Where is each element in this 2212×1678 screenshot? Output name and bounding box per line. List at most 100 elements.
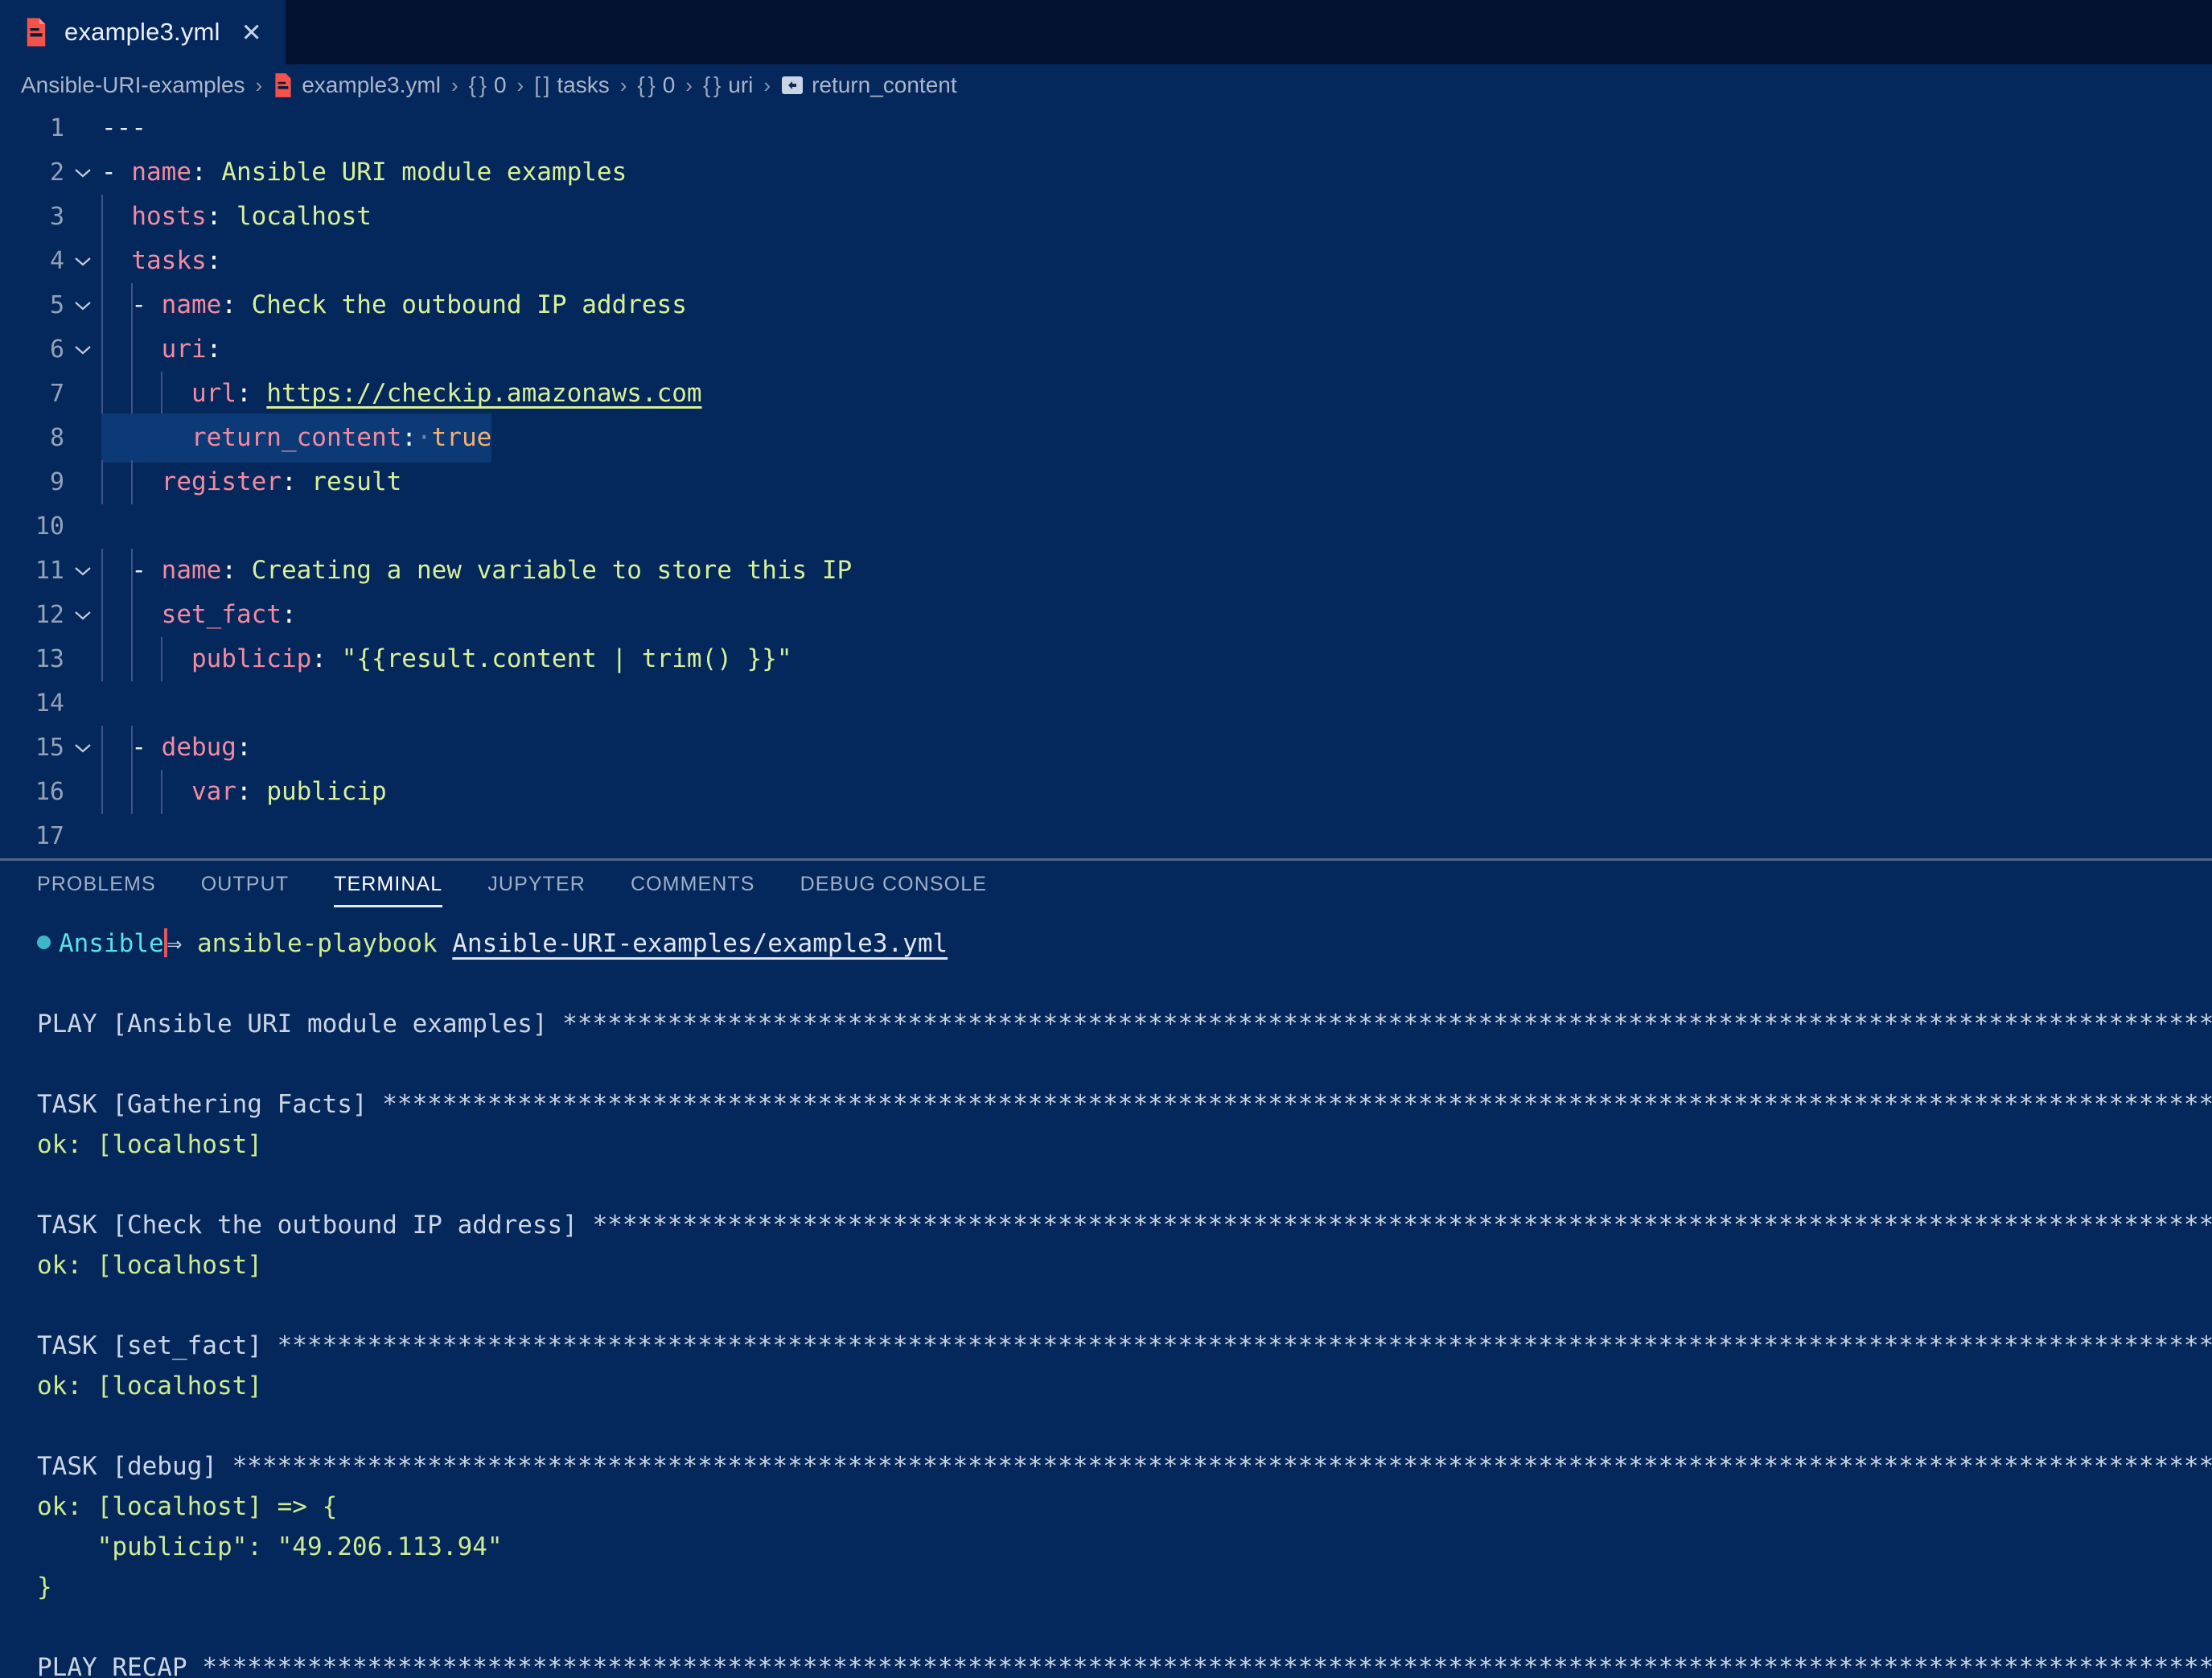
code-line[interactable]: 16 var: publicip (0, 770, 2212, 814)
code-line[interactable]: 15 - debug: (0, 726, 2212, 770)
terminal-text: "publicip": "49.206.113.94" (37, 1532, 503, 1561)
breadcrumb-label: 0 (662, 72, 676, 97)
line-number: 17 (35, 822, 64, 850)
panel-tab-problems[interactable]: PROBLEMS (37, 873, 156, 907)
terminal-prompt-line[interactable]: Ansible ⇒ ansible-playbook Ansible-URI-ex… (0, 923, 2212, 964)
code-line[interactable]: 17 (0, 814, 2212, 858)
chevron-down-icon[interactable] (64, 300, 101, 311)
terminal-text: TASK [debug] (37, 1452, 232, 1481)
code-text: publicip: "{{result.content | trim() }}" (101, 637, 792, 681)
breadcrumb-separator: › (255, 72, 263, 97)
editor-gutter: 16 (0, 770, 101, 814)
code-line[interactable]: 4 tasks: (0, 239, 2212, 283)
line-number: 1 (49, 114, 64, 142)
code-text: - name: Check the outbound IP address (101, 283, 687, 327)
yaml-file-icon (273, 72, 294, 98)
code-token: : (311, 644, 342, 673)
terminal-line: TASK [set_fact] ************************… (0, 1326, 2212, 1366)
editor-gutter: 3 (0, 195, 101, 239)
code-line[interactable]: 8 return_content:·true (0, 413, 2212, 463)
object-braces-icon: { } (468, 72, 487, 97)
prompt-arrow-icon: ⇒ (167, 929, 197, 958)
line-number: 15 (35, 734, 64, 762)
code-token: : (221, 556, 252, 585)
array-brackets-icon: [ ] (534, 72, 549, 97)
code-line[interactable]: 7 url: https://checkip.amazonaws.com (0, 372, 2212, 416)
terminal-file-path[interactable]: Ansible-URI-examples/example3.yml (452, 929, 948, 958)
breadcrumb-separator: › (516, 72, 524, 97)
code-line[interactable]: 12 set_fact: (0, 593, 2212, 637)
code-token: Check the outbound IP address (251, 290, 687, 319)
close-icon[interactable]: ✕ (241, 20, 262, 45)
terminal-line: PLAY [Ansible URI module examples] *****… (0, 1004, 2212, 1044)
line-number: 10 (35, 512, 64, 541)
panel-tab-terminal[interactable]: TERMINAL (334, 873, 443, 907)
code-token: Ansible URI module examples (221, 158, 627, 187)
code-line[interactable]: 9 register: result (0, 460, 2212, 504)
panel-tab-jupyter[interactable]: JUPYTER (487, 873, 586, 907)
code-text: url: https://checkip.amazonaws.com (101, 372, 702, 416)
code-line[interactable]: 10 (0, 504, 2212, 549)
code-line[interactable]: 11 - name: Creating a new variable to st… (0, 549, 2212, 593)
panel-tab-output[interactable]: OUTPUT (201, 873, 289, 907)
code-line[interactable]: 13 publicip: "{{result.content | trim() … (0, 637, 2212, 681)
selected-text: return_content:·true (101, 413, 492, 463)
code-token: name (131, 158, 191, 187)
editor-gutter: 17 (0, 814, 101, 858)
editor-tab-example3-yml[interactable]: example3.yml ✕ (0, 0, 286, 64)
breadcrumb-item-uri[interactable]: { } uri (703, 72, 753, 98)
terminal-separator-stars: ****************************************… (277, 1331, 2212, 1360)
breadcrumb-separator: › (763, 72, 771, 97)
editor-gutter: 1 (0, 106, 101, 150)
editor-gutter: 7 (0, 372, 101, 416)
panel-tab-debug-console[interactable]: DEBUG CONSOLE (800, 873, 987, 907)
chevron-down-icon[interactable] (64, 256, 101, 267)
code-line[interactable]: 1 --- (0, 106, 2212, 150)
code-token[interactable]: https://checkip.amazonaws.com (266, 372, 701, 416)
breadcrumb-item-object-0[interactable]: { } 0 (469, 72, 507, 98)
code-token: : (236, 379, 267, 408)
chevron-down-icon[interactable] (64, 167, 101, 179)
code-token: : (281, 600, 297, 629)
breadcrumb-label: example3.yml (302, 72, 441, 97)
breadcrumb-item-tasks[interactable]: [ ] tasks (534, 72, 610, 98)
breadcrumb: Ansible-URI-examples › example3.yml › { … (0, 64, 2212, 106)
code-line[interactable]: 14 (0, 681, 2212, 726)
code-line[interactable]: 2 - name: Ansible URI module examples (0, 150, 2212, 195)
breadcrumb-item-return-content[interactable]: return_content (781, 72, 957, 98)
code-line[interactable]: 5 - name: Check the outbound IP address (0, 283, 2212, 327)
line-number: 11 (35, 557, 64, 585)
code-token: - (101, 158, 132, 187)
property-key-icon (781, 75, 804, 96)
code-token: hosts (131, 202, 207, 231)
editor-gutter: 8 (0, 416, 101, 460)
yaml-file-icon (24, 17, 48, 47)
terminal-separator-stars: ****************************************… (382, 1090, 2212, 1119)
code-token: : (221, 290, 252, 319)
chevron-down-icon[interactable] (64, 566, 101, 577)
chevron-down-icon[interactable] (64, 742, 101, 754)
breadcrumb-item-object-0-task[interactable]: { } 0 (637, 72, 675, 98)
breadcrumb-item-file[interactable]: example3.yml (273, 72, 441, 98)
code-token: true (431, 423, 492, 452)
code-editor[interactable]: 1 --- 2- name: Ansible URI module examples… (0, 106, 2212, 858)
breadcrumb-item-folder[interactable]: Ansible-URI-examples (21, 72, 245, 98)
panel-tab-bar: PROBLEMS OUTPUT TERMINAL JUPYTER COMMENTS DEB… (0, 861, 2212, 919)
line-number: 3 (49, 203, 64, 231)
terminal-text: PLAY RECAP (37, 1653, 203, 1678)
code-line[interactable]: 6 uri: (0, 327, 2212, 372)
terminal-output[interactable]: Ansible ⇒ ansible-playbook Ansible-URI-ex… (0, 919, 2212, 1678)
code-token: · (416, 423, 432, 452)
line-number: 7 (49, 380, 64, 408)
chevron-down-icon[interactable] (64, 610, 101, 621)
panel-tab-comments[interactable]: COMMENTS (631, 873, 755, 907)
code-line[interactable]: 3 hosts: localhost (0, 195, 2212, 239)
chevron-down-icon[interactable] (64, 344, 101, 356)
editor-gutter: 6 (0, 327, 101, 372)
